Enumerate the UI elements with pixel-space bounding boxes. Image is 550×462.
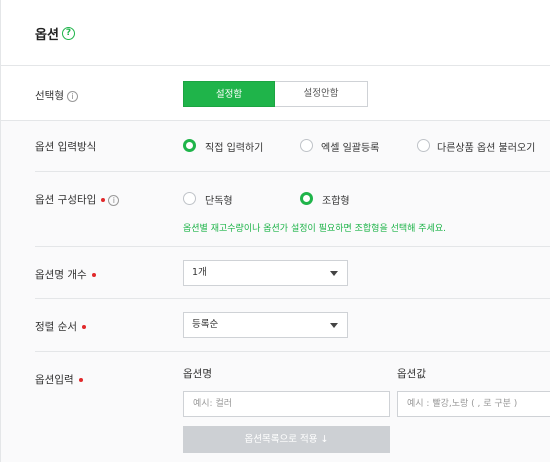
name-count-select[interactable]: 1개: [183, 260, 348, 286]
radio-direct-input-label[interactable]: 직접 입력하기: [205, 139, 263, 154]
required-dot-icon: [78, 378, 83, 382]
question-circle-icon[interactable]: ?: [62, 27, 75, 40]
apply-to-list-button[interactable]: 옵션목록으로 적용 ↓: [183, 426, 390, 453]
sort-order-select[interactable]: 등록순: [183, 312, 348, 338]
set-on-button[interactable]: 설정함: [183, 81, 275, 107]
select-type-label: 선택형 i: [35, 88, 78, 103]
compose-type-label: 옵션 구성타입 i: [35, 192, 120, 207]
divider: [35, 298, 550, 299]
caret-down-icon: [330, 323, 338, 328]
radio-single-type-label[interactable]: 단독형: [205, 192, 233, 207]
section-header: 옵션 ?: [1, 0, 550, 66]
radio-direct-input[interactable]: [183, 139, 196, 152]
sort-order-value: 등록순: [192, 319, 219, 330]
set-off-button[interactable]: 설정안함: [275, 81, 368, 107]
divider: [35, 246, 550, 247]
radio-combined-type[interactable]: [300, 192, 313, 205]
radio-single-type[interactable]: [183, 192, 196, 205]
divider: [35, 351, 550, 352]
section-title: 옵션: [35, 28, 59, 43]
option-name-header: 옵션명: [183, 368, 212, 380]
required-dot-icon: [101, 198, 106, 202]
compose-type-hint: 옵션별 재고수량이나 옵션가 설정이 필요하면 조합형을 선택해 주세요.: [183, 224, 447, 234]
required-dot-icon: [81, 325, 86, 329]
sort-order-label: 정렬 순서: [35, 319, 86, 334]
info-icon[interactable]: i: [66, 90, 78, 102]
radio-excel-upload-label[interactable]: 엑셀 일괄등록: [321, 139, 379, 154]
info-icon[interactable]: i: [108, 194, 120, 206]
option-value-header: 옵션값: [397, 368, 426, 380]
name-count-label: 옵션명 개수: [35, 267, 96, 282]
required-dot-icon: [91, 273, 96, 277]
radio-import-options[interactable]: [417, 139, 430, 152]
radio-combined-type-label[interactable]: 조합형: [322, 192, 350, 207]
options-panel: 옵션 ? 선택형 i 설정함 설정안함 옵션 입력방식 직접 입력하기 엑셀 일괄…: [0, 0, 550, 462]
radio-import-options-label[interactable]: 다른상품 옵션 불러오기: [437, 139, 535, 154]
input-method-label: 옵션 입력방식: [35, 141, 97, 153]
option-name-input[interactable]: [183, 391, 390, 417]
option-input-label: 옵션입력: [35, 372, 83, 387]
radio-excel-upload[interactable]: [300, 139, 313, 152]
caret-down-icon: [330, 271, 338, 276]
name-count-value: 1개: [192, 267, 207, 278]
option-value-input[interactable]: [397, 391, 550, 417]
divider: [35, 171, 550, 172]
